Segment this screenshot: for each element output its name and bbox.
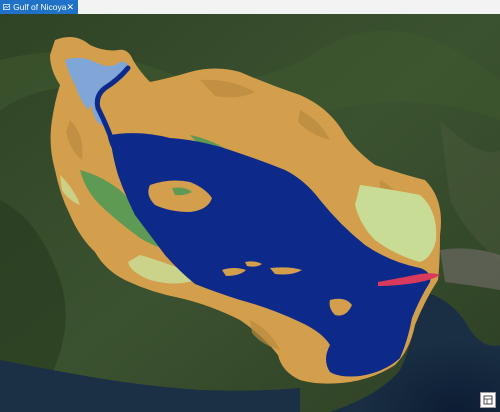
- tab-gulf-of-nicoya[interactable]: Gulf of Nicoya ✕: [0, 0, 78, 14]
- map-graphic: [0, 14, 500, 412]
- close-icon[interactable]: ✕: [66, 0, 74, 14]
- map-tools-icon[interactable]: [480, 392, 496, 408]
- tab-strip: Gulf of Nicoya ✕: [0, 0, 500, 15]
- tab-label: Gulf of Nicoya: [13, 2, 67, 12]
- map-view-window: Gulf of Nicoya ✕: [0, 0, 500, 412]
- map-icon: [3, 4, 11, 10]
- map-canvas[interactable]: [0, 14, 500, 412]
